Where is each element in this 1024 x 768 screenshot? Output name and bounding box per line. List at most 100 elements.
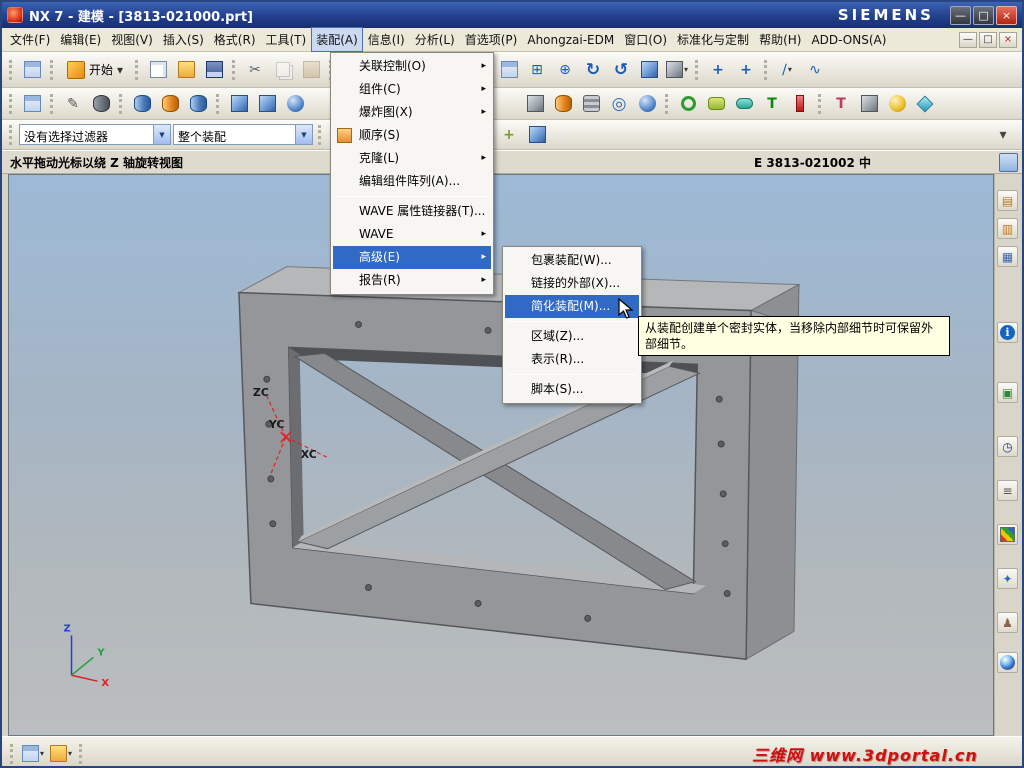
constraint-navigator-button[interactable]: ▥ (997, 218, 1018, 239)
extrude-button[interactable] (254, 91, 280, 117)
toolbar-grip[interactable] (216, 93, 221, 114)
graphics-viewport[interactable]: ZC YC XC Z Y X (8, 174, 994, 736)
menu-item-wave-attribute-linker[interactable]: WAVE 属性链接器(T)... (333, 200, 491, 223)
menu-preferences[interactable]: 首选项(P) (460, 27, 523, 52)
tube-button[interactable] (88, 91, 114, 117)
toolbar-grip[interactable] (9, 93, 14, 114)
slot-button[interactable] (731, 91, 757, 117)
datum-plane-button[interactable]: ✎ (60, 91, 86, 117)
toolbar-grip[interactable] (9, 59, 14, 80)
block-button[interactable] (226, 91, 252, 117)
chamfer-button[interactable] (912, 91, 938, 117)
menu-item-advanced[interactable]: 高级(E) ▸ (333, 246, 491, 269)
rib-button[interactable] (787, 91, 813, 117)
start-button[interactable]: 开始 ▾ (60, 58, 130, 82)
csys-button[interactable]: + (733, 57, 759, 83)
maximize-button[interactable]: □ (973, 5, 994, 25)
zoom-in-out-button[interactable]: ⊕ (552, 57, 578, 83)
menu-item-clone[interactable]: 克隆(L) ▸ (333, 147, 491, 170)
toolbar-overflow-button[interactable]: ▾ (990, 122, 1016, 148)
menu-view[interactable]: 视图(V) (106, 27, 158, 52)
fit-view-button[interactable] (496, 57, 522, 83)
menu-ahongzai-edm[interactable]: Ahongzai-EDM (522, 29, 619, 51)
part-navigator-button[interactable]: ▦ (997, 246, 1018, 267)
close-button[interactable]: × (996, 5, 1017, 25)
menu-tools[interactable]: 工具(T) (261, 27, 312, 52)
toolbar-grip[interactable] (318, 124, 323, 145)
menu-item-wave[interactable]: WAVE ▸ (333, 223, 491, 246)
toolbar-grip[interactable] (79, 743, 84, 764)
status-corner-icon[interactable] (999, 153, 1018, 172)
menu-window[interactable]: 窗口(O) (619, 27, 672, 52)
menu-item-representations[interactable]: 表示(R)... (505, 348, 639, 371)
rendering-style-button[interactable]: ▾ (664, 57, 690, 83)
menu-file[interactable]: 文件(F) (5, 27, 55, 52)
toolbar-grip[interactable] (665, 93, 670, 114)
orient-view-button[interactable]: + (705, 57, 731, 83)
menu-item-edit-component-array[interactable]: 编辑组件阵列(A)... (333, 170, 491, 193)
menu-item-components[interactable]: 组件(C) ▸ (333, 78, 491, 101)
display-mode-button[interactable] (636, 57, 662, 83)
boss-button[interactable] (185, 91, 211, 117)
menu-addons[interactable]: ADD-ONS(A) (806, 29, 891, 51)
toolbar-grip[interactable] (135, 59, 140, 80)
menu-insert[interactable]: 插入(S) (158, 27, 209, 52)
toolbar-grip[interactable] (232, 59, 237, 80)
menu-item-linked-exterior[interactable]: 链接的外部(X)... (505, 272, 639, 295)
toolbar-grip[interactable] (764, 59, 769, 80)
toolbar-grip[interactable] (10, 743, 15, 764)
menu-item-wrap-assembly[interactable]: 包裹装配(W)... (505, 249, 639, 272)
menu-help[interactable]: 帮助(H) (754, 27, 806, 52)
work-part-button[interactable] (524, 122, 550, 148)
spline-tool-button[interactable]: ∿ (802, 57, 828, 83)
menu-item-exploded-views[interactable]: 爆炸图(X) ▸ (333, 101, 491, 124)
menu-assemblies[interactable]: 装配(A) (311, 27, 363, 52)
visualization-button[interactable]: ✦ (997, 568, 1018, 589)
rotate-view-button[interactable]: ↺ (608, 57, 634, 83)
save-button[interactable] (201, 57, 227, 83)
assembly-options-button[interactable]: ▾ (20, 741, 46, 767)
sketch-button[interactable] (19, 91, 45, 117)
materials-button[interactable] (997, 652, 1018, 673)
menu-item-sequence[interactable]: 顺序(S) (333, 124, 491, 147)
combo-arrow-icon[interactable]: ▼ (153, 125, 170, 144)
copy-button[interactable] (270, 57, 296, 83)
new-window-button[interactable] (19, 57, 45, 83)
trim-button[interactable] (856, 91, 882, 117)
ball-button[interactable] (634, 91, 660, 117)
open-button[interactable] (173, 57, 199, 83)
unite-button[interactable] (522, 91, 548, 117)
zoom-box-button[interactable]: ⊞ (524, 57, 550, 83)
minimize-button[interactable]: — (950, 5, 971, 25)
menu-item-reports[interactable]: 报告(R) ▸ (333, 269, 491, 292)
combo-arrow-icon[interactable]: ▼ (295, 125, 312, 144)
mdi-close-button[interactable]: × (999, 31, 1017, 48)
toolbar-grip[interactable] (695, 59, 700, 80)
toolbar-grip[interactable] (9, 124, 14, 145)
toolbar-grip[interactable] (50, 93, 55, 114)
toolbar-grip[interactable] (818, 93, 823, 114)
cylinder-orange-button[interactable] (157, 91, 183, 117)
menu-information[interactable]: 信息(I) (363, 27, 410, 52)
pattern-button[interactable] (578, 91, 604, 117)
revolve-button[interactable] (550, 91, 576, 117)
menu-edit[interactable]: 编辑(E) (55, 27, 106, 52)
menu-item-zones[interactable]: 区域(Z)... (505, 325, 639, 348)
selection-filter-combo[interactable]: 没有选择过滤器 ▼ (19, 124, 171, 145)
menu-item-scripting[interactable]: 脚本(S)... (505, 378, 639, 401)
mdi-restore-button[interactable]: □ (979, 31, 997, 48)
toolbar-grip[interactable] (119, 93, 124, 114)
roles-button[interactable]: ♟ (997, 612, 1018, 633)
mdi-minimize-button[interactable]: — (959, 31, 977, 48)
menu-customization[interactable]: 标准化与定制 (672, 27, 754, 52)
menu-item-associative-control[interactable]: 关联控制(O) ▸ (333, 55, 491, 78)
blend-button[interactable] (884, 91, 910, 117)
sphere-button[interactable] (282, 91, 308, 117)
operation-navigator-button[interactable]: ▣ (997, 382, 1018, 403)
pad-button[interactable] (703, 91, 729, 117)
line-tool-button[interactable]: ∕ ▾ (774, 57, 800, 83)
torus-button[interactable]: ◎ (606, 91, 632, 117)
details-panel-button[interactable]: ≡ (997, 480, 1018, 501)
history-button[interactable]: ◷ (997, 436, 1018, 457)
refresh-button[interactable]: ↻ (580, 57, 606, 83)
